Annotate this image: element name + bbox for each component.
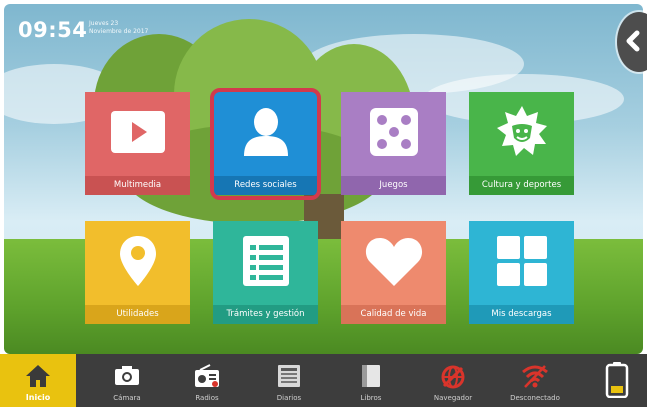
tile-label: Trámites y gestión [213,305,318,324]
list-document-icon [242,236,289,286]
tile-mis-descargas[interactable]: Mis descargas [469,221,574,324]
tile-tramites-gestion[interactable]: Trámites y gestión [213,221,318,324]
battery-indicator [592,354,642,407]
location-pin-icon [119,236,156,286]
taskbar-navegador[interactable]: Navegador [416,354,490,407]
tile-juegos[interactable]: Juegos [341,92,446,195]
taskbar-libros[interactable]: Libros [334,354,408,407]
taskbar-label: Cámara [113,394,141,402]
taskbar-label: Libros [360,394,382,402]
home-icon [26,365,50,387]
heart-icon [365,238,422,286]
chevron-left-icon [626,30,640,52]
tile-label: Cultura y deportes [469,176,574,195]
wifi-off-icon [522,365,548,388]
camera-icon [115,366,139,385]
tile-utilidades[interactable]: Utilidades [85,221,190,324]
theater-mask-icon [496,106,547,156]
taskbar-desconectado[interactable]: Desconectado [498,354,572,407]
browser-icon [441,365,465,389]
taskbar-label: Diarios [276,394,302,402]
clock: 09:54 [18,18,88,42]
taskbar-label: Inicio [25,393,51,402]
taskbar-label: Radios [195,394,219,402]
taskbar-radios[interactable]: Radios [170,354,244,407]
taskbar-label: Desconectado [510,394,560,402]
taskbar-inicio[interactable]: Inicio [0,354,76,407]
tile-cultura-deportes[interactable]: Cultura y deportes [469,92,574,195]
book-icon [362,365,380,387]
dice-icon [369,108,418,156]
taskbar-diarios[interactable]: Diarios [252,354,326,407]
radio-icon [195,364,219,387]
date-day: Jueves 23 [89,20,119,27]
play-icon [110,111,165,153]
taskbar-label: Navegador [433,394,473,402]
date-month-year: Noviembre de 2017 [89,28,149,35]
tile-multimedia[interactable]: Multimedia [85,92,190,195]
tile-label: Juegos [341,176,446,195]
newspaper-icon [278,365,300,387]
battery-icon [605,362,629,398]
tile-label: Mis descargas [469,305,574,324]
grid-icon [496,236,547,286]
tile-label: Calidad de vida [341,305,446,324]
selection-highlight [210,88,321,200]
tile-label: Multimedia [85,176,190,195]
taskbar: Inicio Cámara Radios Diarios Libros Nave… [0,354,647,407]
tile-label: Utilidades [85,305,190,324]
tile-calidad-de-vida[interactable]: Calidad de vida [341,221,446,324]
taskbar-camara[interactable]: Cámara [90,354,164,407]
date-label: Jueves 23 Noviembre de 2017 [89,20,179,36]
